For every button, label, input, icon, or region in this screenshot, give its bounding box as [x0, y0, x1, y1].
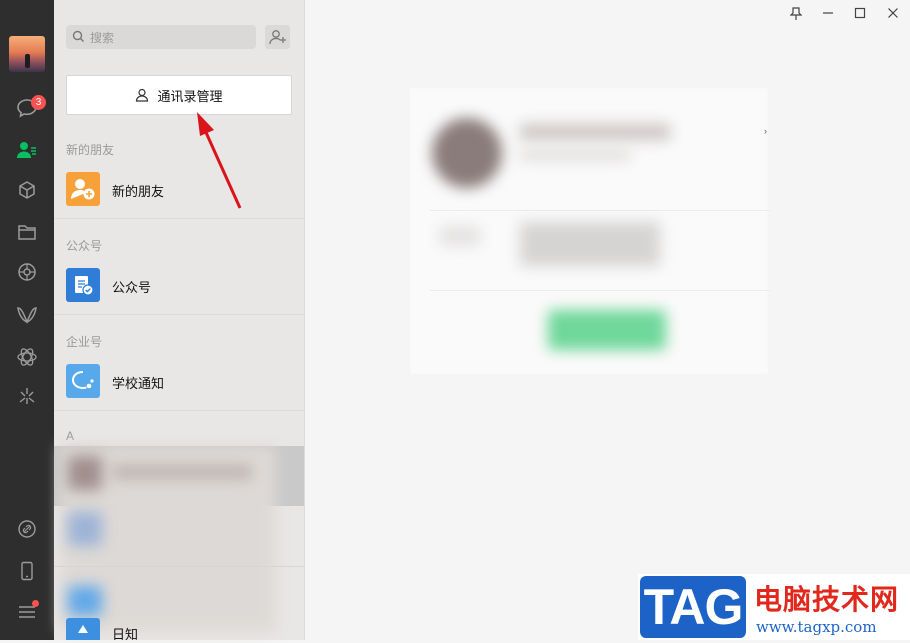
work-chat-icon [66, 364, 100, 398]
list-item-label: 公众号 [112, 280, 152, 295]
list-item-school-notice[interactable]: 学校通知 [54, 352, 304, 408]
channels-icon[interactable] [11, 301, 43, 329]
section-header-letter-a: A [66, 429, 75, 443]
contacts-icon[interactable] [11, 136, 43, 164]
blurred-detail-name [520, 124, 670, 140]
blurred-detail-label [440, 226, 480, 246]
list-item-partial[interactable]: 日知 [54, 606, 304, 642]
maximize-icon[interactable] [850, 4, 870, 22]
divider [54, 314, 304, 315]
pin-icon[interactable] [786, 4, 806, 22]
nav-sidebar: 3 [0, 0, 54, 640]
list-item-label: 新的朋友 [112, 184, 165, 199]
blurred-avatar [68, 512, 102, 546]
person-icon [136, 88, 149, 102]
divider [430, 290, 770, 291]
send-message-button[interactable] [548, 310, 666, 350]
blurred-detail-avatar [432, 118, 502, 188]
moments-icon[interactable] [11, 258, 43, 286]
new-friend-icon [66, 172, 100, 206]
list-item-label: 日知 [112, 627, 139, 642]
user-avatar[interactable] [9, 36, 45, 72]
blurred-detail-info [520, 222, 660, 266]
site-watermark: TAG 电脑技术网 www.tagxp.com [638, 574, 910, 640]
watermark-url: www.tagxp.com [756, 618, 877, 636]
menu-notification-dot [32, 600, 39, 607]
contacts-manage-button[interactable]: 通讯录管理 [66, 75, 292, 115]
search-icon [72, 30, 84, 42]
divider [54, 218, 304, 219]
official-account-icon [66, 268, 100, 302]
section-header-official: 公众号 [66, 239, 103, 253]
blurred-detail-id [520, 150, 630, 160]
watermark-site-name: 电脑技术网 [754, 584, 900, 615]
close-icon[interactable] [883, 4, 903, 22]
section-header-work: 企业号 [66, 335, 103, 349]
search-placeholder: 搜索 [90, 31, 115, 45]
chevron-right-icon: › [764, 126, 767, 136]
divider [54, 410, 304, 411]
list-item-label: 学校通知 [112, 376, 165, 391]
contact-avatar [66, 618, 100, 640]
divider [54, 566, 304, 567]
add-user-icon [268, 30, 286, 45]
search-input[interactable]: 搜索 [66, 25, 256, 49]
contacts-panel: 搜索 通讯录管理 新的朋友 新的朋友 公众号 公众号 企业号 学校通知 A 日知 [54, 0, 305, 642]
annotation-arrow [197, 112, 242, 209]
contacts-manage-label: 通讯录管理 [157, 88, 223, 104]
phone-icon[interactable] [11, 557, 43, 585]
link-icon[interactable] [11, 515, 43, 543]
search-icon-nav[interactable] [11, 343, 43, 371]
blurred-name [112, 465, 252, 479]
section-header-new-friends: 新的朋友 [66, 143, 115, 157]
add-contact-button[interactable] [265, 25, 290, 49]
files-icon[interactable] [11, 218, 43, 246]
tag-logo: TAG [640, 576, 746, 638]
divider [430, 210, 770, 211]
minimize-icon[interactable] [818, 4, 838, 22]
list-item-official-accounts[interactable]: 公众号 [54, 256, 304, 312]
unread-badge: 3 [31, 95, 46, 110]
favorites-icon[interactable] [11, 176, 43, 204]
mini-programs-icon[interactable] [11, 382, 43, 410]
list-item-new-friends[interactable]: 新的朋友 [54, 160, 304, 216]
blurred-avatar [68, 456, 102, 490]
